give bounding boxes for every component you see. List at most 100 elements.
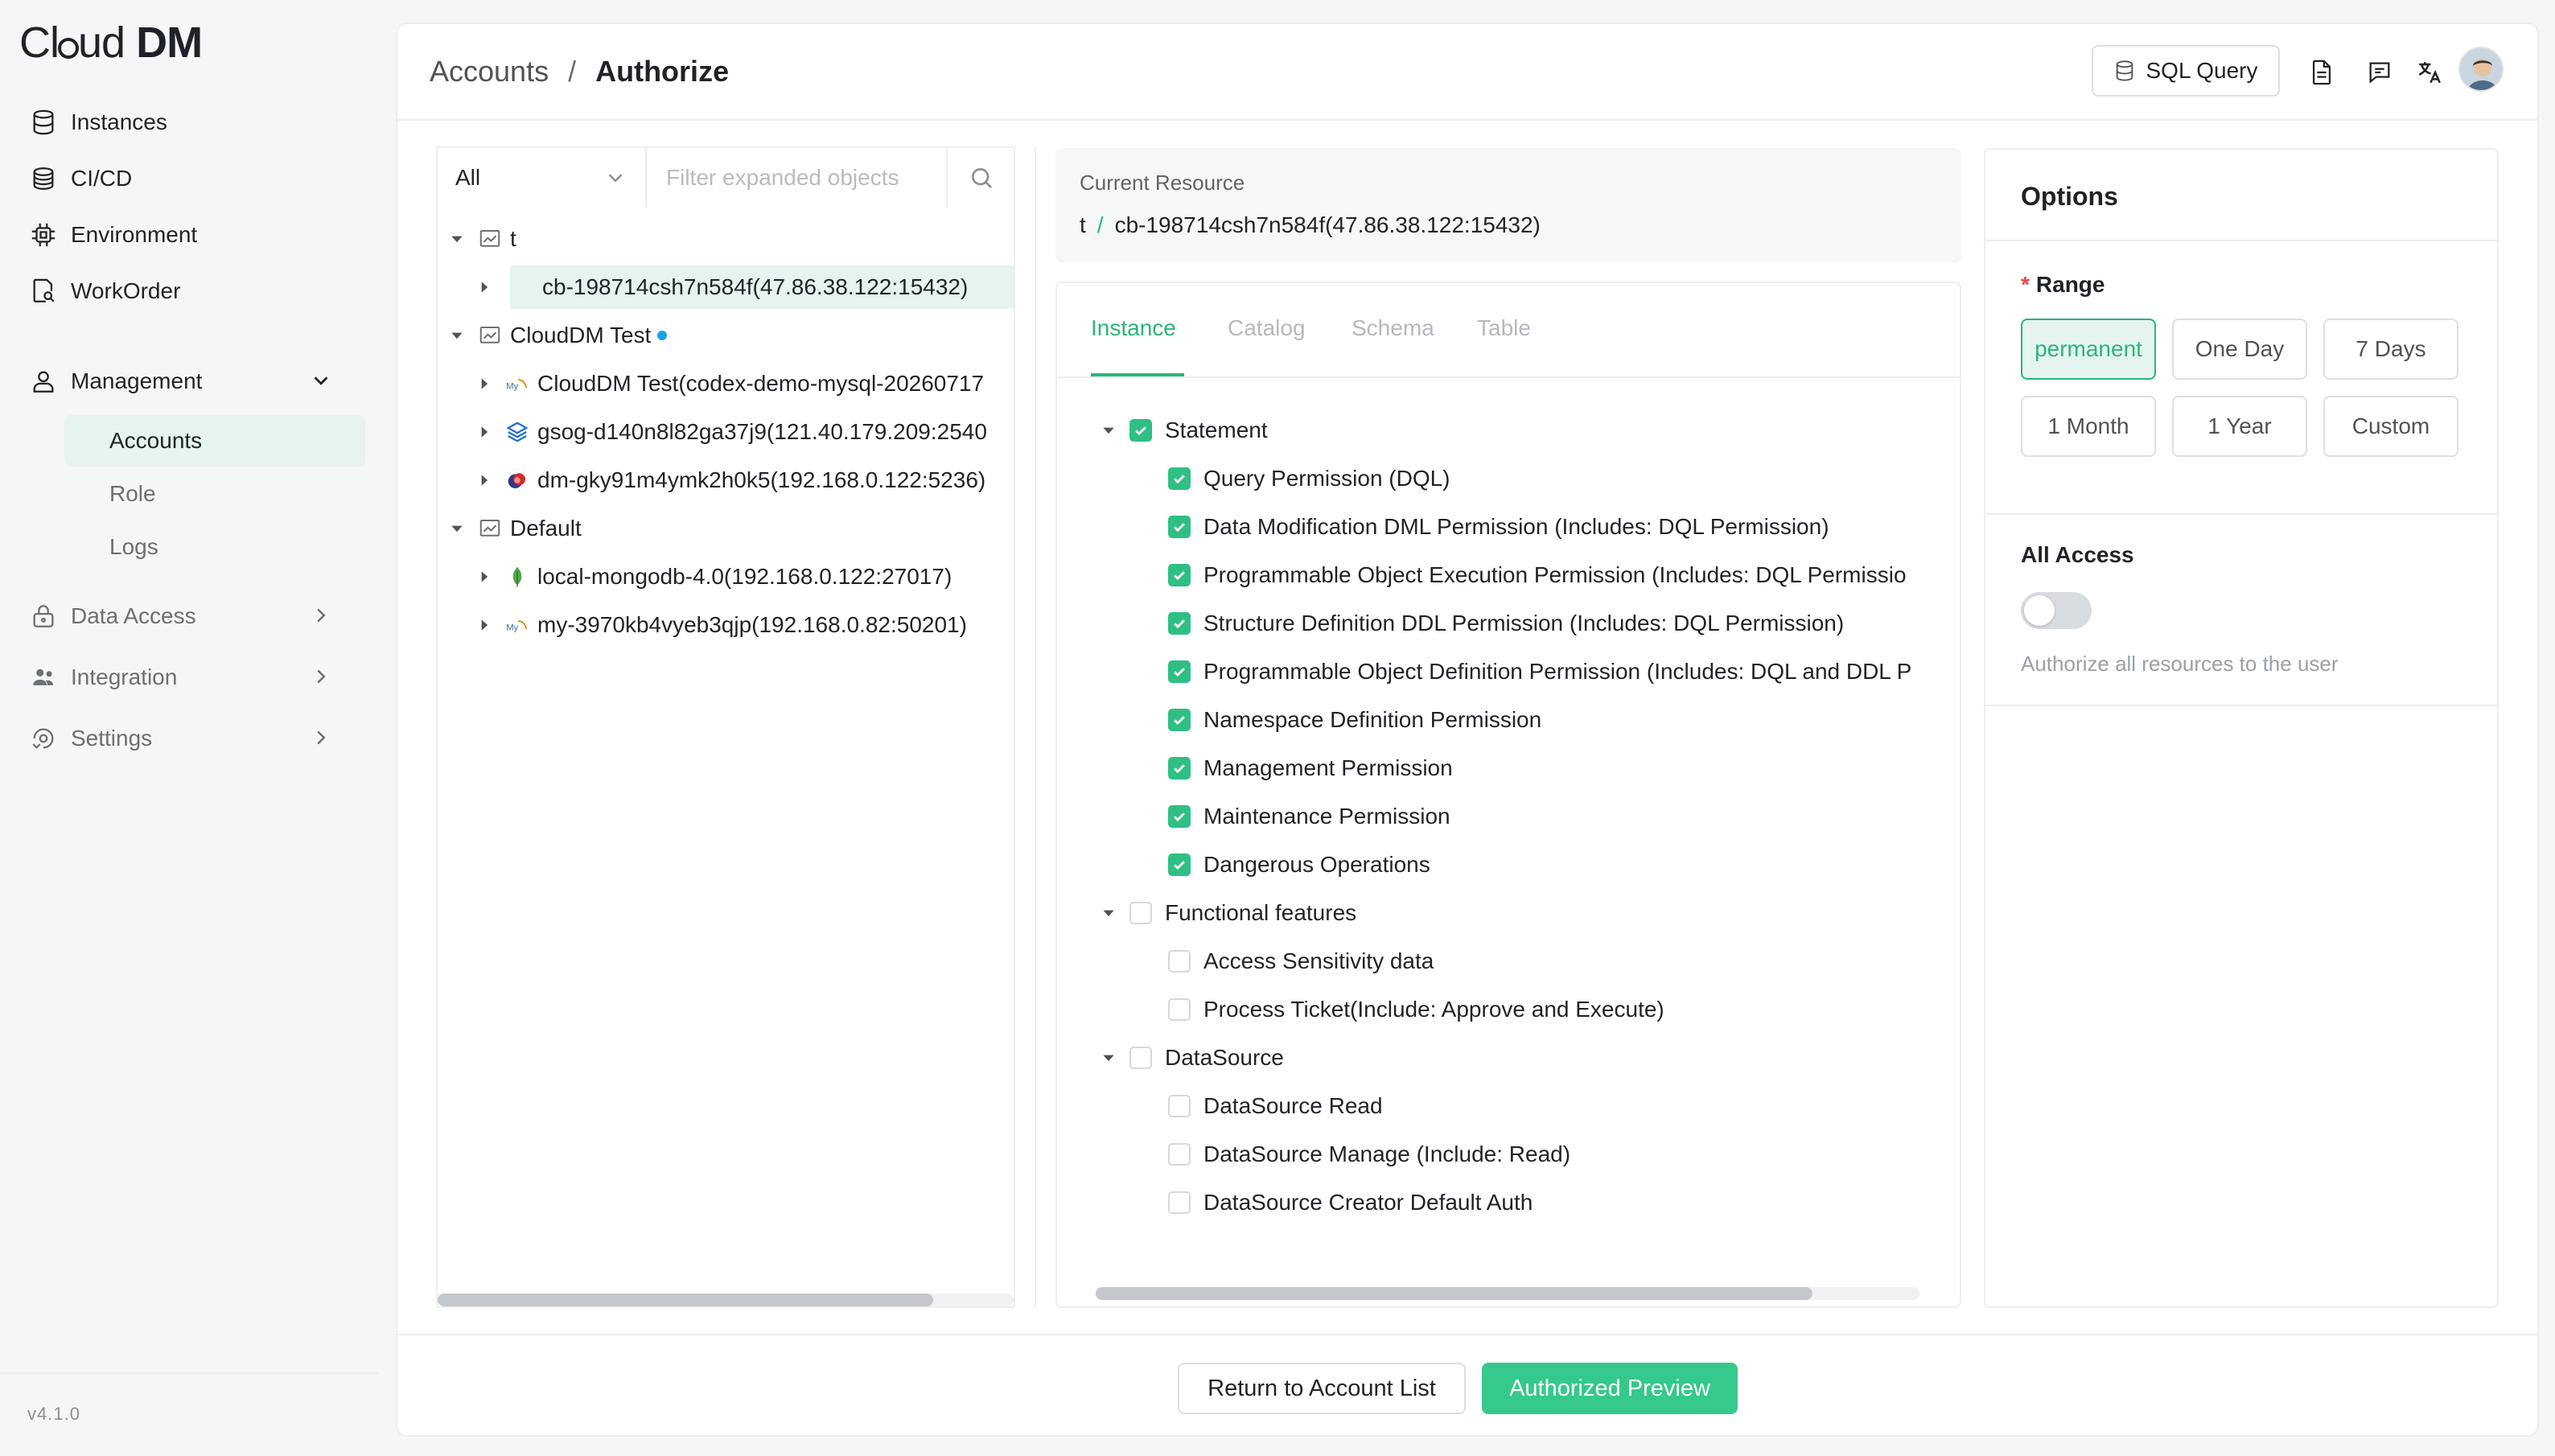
permission-item[interactable]: DataSource Creator Default Auth (1168, 1182, 1533, 1223)
permission-item[interactable]: DataSource Read (1168, 1086, 1383, 1126)
sidebar-item-settings[interactable]: Settings (27, 714, 365, 763)
permission-item[interactable]: Process Ticket(Include: Approve and Exec… (1168, 989, 1664, 1030)
checkbox[interactable] (1168, 853, 1191, 876)
options-title: Options (2021, 182, 2118, 211)
caret-down-icon[interactable] (1097, 902, 1120, 924)
sql-query-button[interactable]: SQL Query (2092, 45, 2280, 97)
permission-item[interactable]: Maintenance Permission (1168, 796, 1450, 837)
caret-down-icon[interactable] (1097, 419, 1120, 442)
tree-node-group[interactable]: Default (446, 507, 582, 550)
permission-horizontal-scrollbar[interactable] (1096, 1287, 1919, 1300)
scrollbar-thumb[interactable] (438, 1294, 933, 1306)
sidebar-item-workorder[interactable]: WorkOrder (27, 267, 365, 315)
tree-node-instance[interactable]: My my-3970kb4vyeb3qjp(192.168.0.82:50201… (473, 603, 967, 647)
checkbox[interactable] (1168, 1095, 1191, 1117)
tree-node-instance[interactable]: local-mongodb-4.0(192.168.0.122:27017) (473, 555, 952, 598)
checkbox[interactable] (1168, 757, 1191, 779)
range-option-7-days[interactable]: 7 Days (2323, 319, 2458, 380)
checkbox[interactable] (1168, 805, 1191, 828)
caret-right-icon[interactable] (473, 421, 496, 443)
sidebar-subitem-accounts[interactable]: Accounts (64, 415, 365, 467)
tree-search-input[interactable] (666, 165, 932, 191)
checkbox[interactable] (1168, 516, 1191, 538)
sidebar-item-integration[interactable]: Integration (27, 653, 365, 701)
sidebar-item-instances[interactable]: Instances (27, 98, 365, 146)
permission-item[interactable]: Query Permission (DQL) (1168, 459, 1450, 499)
tree-horizontal-scrollbar[interactable] (438, 1294, 1014, 1306)
tree-node-group[interactable]: CloudDM Test (446, 314, 668, 357)
caret-down-icon[interactable] (446, 324, 468, 347)
caret-right-icon[interactable] (473, 614, 496, 636)
permission-item[interactable]: Dangerous Operations (1168, 845, 1430, 885)
check-icon (1174, 812, 1185, 822)
tree-node-instance[interactable]: My CloudDM Test(codex-demo-mysql-2026071… (473, 362, 984, 405)
checkbox[interactable] (1168, 1191, 1191, 1214)
tree-node-instance[interactable]: dm-gky91m4ymk2h0k5(192.168.0.122:5236) (473, 459, 985, 502)
checkbox[interactable] (1168, 1143, 1191, 1166)
sidebar-item-cicd[interactable]: CI/CD (27, 154, 365, 203)
sidebar-subitem-logs[interactable]: Logs (64, 521, 365, 573)
checkbox[interactable] (1129, 1047, 1152, 1069)
caret-right-icon[interactable] (473, 276, 496, 298)
translate-icon[interactable] (2413, 56, 2446, 88)
permission-item[interactable]: Management Permission (1168, 748, 1453, 788)
breadcrumb-accounts-link[interactable]: Accounts (430, 55, 549, 88)
sidebar-item-management[interactable]: Management (27, 357, 365, 405)
permission-item[interactable]: Programmable Object Execution Permission… (1168, 555, 1907, 595)
permission-item[interactable]: Programmable Object Definition Permissio… (1168, 652, 1911, 692)
scrollbar-thumb[interactable] (1096, 1287, 1812, 1300)
permission-group-statement[interactable]: Statement (1097, 410, 1268, 450)
sidebar-item-data-access[interactable]: Data Access (27, 592, 365, 640)
checkbox[interactable] (1168, 564, 1191, 586)
sidebar-subitem-role[interactable]: Role (64, 468, 365, 520)
caret-down-icon[interactable] (446, 228, 468, 250)
checkbox[interactable] (1168, 998, 1191, 1021)
permission-item[interactable]: Namespace Definition Permission (1168, 700, 1541, 740)
range-option-1-year[interactable]: 1 Year (2172, 396, 2307, 457)
permission-item[interactable]: Data Modification DML Permission (Includ… (1168, 507, 1829, 547)
caret-right-icon[interactable] (473, 372, 496, 395)
resource-path-root[interactable]: t (1080, 212, 1086, 237)
permission-item[interactable]: Structure Definition DDL Permission (Inc… (1168, 603, 1844, 644)
permission-item[interactable]: Access Sensitivity data (1168, 941, 1434, 981)
avatar[interactable] (2458, 47, 2504, 92)
checkbox[interactable] (1168, 950, 1191, 973)
tab-catalog[interactable]: Catalog (1228, 315, 1306, 341)
document-icon[interactable] (2306, 56, 2338, 88)
tab-schema[interactable]: Schema (1352, 315, 1434, 341)
tree-node-instance[interactable]: gsog-d140n8l82ga37j9(121.40.179.209:2540 (473, 410, 987, 454)
app-logo[interactable]: Cl ud DM (19, 18, 203, 68)
permission-label: DataSource Creator Default Auth (1203, 1190, 1533, 1215)
message-icon[interactable] (2364, 56, 2396, 88)
checkbox[interactable] (1129, 902, 1152, 924)
tree-search-button[interactable] (946, 148, 1015, 208)
authorized-preview-button[interactable]: Authorized Preview (1482, 1363, 1738, 1414)
tree-node-instance[interactable] (473, 265, 505, 309)
caret-right-icon[interactable] (473, 469, 496, 492)
tree-filter-select[interactable]: All (438, 148, 647, 208)
permission-group-functional[interactable]: Functional features (1097, 893, 1356, 933)
caret-right-icon[interactable] (473, 566, 496, 588)
sidebar-item-label: Environment (71, 222, 198, 247)
range-option-1-month[interactable]: 1 Month (2021, 396, 2156, 457)
checkbox[interactable] (1168, 709, 1191, 731)
tree-node-selected[interactable]: cb-198714csh7n584f(47.86.38.122:15432) (510, 265, 1014, 309)
checkbox[interactable] (1168, 612, 1191, 635)
all-access-toggle[interactable] (2021, 592, 2092, 629)
return-to-account-list-button[interactable]: Return to Account List (1178, 1363, 1466, 1414)
sidebar-item-environment[interactable]: Environment (27, 211, 365, 259)
checkbox[interactable] (1129, 419, 1152, 442)
caret-down-icon[interactable] (446, 517, 468, 540)
range-option-one-day[interactable]: One Day (2172, 319, 2307, 380)
range-option-custom[interactable]: Custom (2323, 396, 2458, 457)
tab-instance[interactable]: Instance (1091, 315, 1176, 341)
checkbox[interactable] (1168, 660, 1191, 683)
permission-group-datasource[interactable]: DataSource (1097, 1038, 1284, 1078)
checkbox[interactable] (1168, 467, 1191, 490)
caret-down-icon[interactable] (1097, 1047, 1120, 1069)
tree-node-group[interactable]: t (446, 217, 516, 261)
range-option-permanent[interactable]: permanent (2021, 319, 2156, 380)
permission-item[interactable]: DataSource Manage (Include: Read) (1168, 1134, 1570, 1174)
permission-label: Namespace Definition Permission (1203, 707, 1542, 732)
tab-table[interactable]: Table (1477, 315, 1531, 341)
